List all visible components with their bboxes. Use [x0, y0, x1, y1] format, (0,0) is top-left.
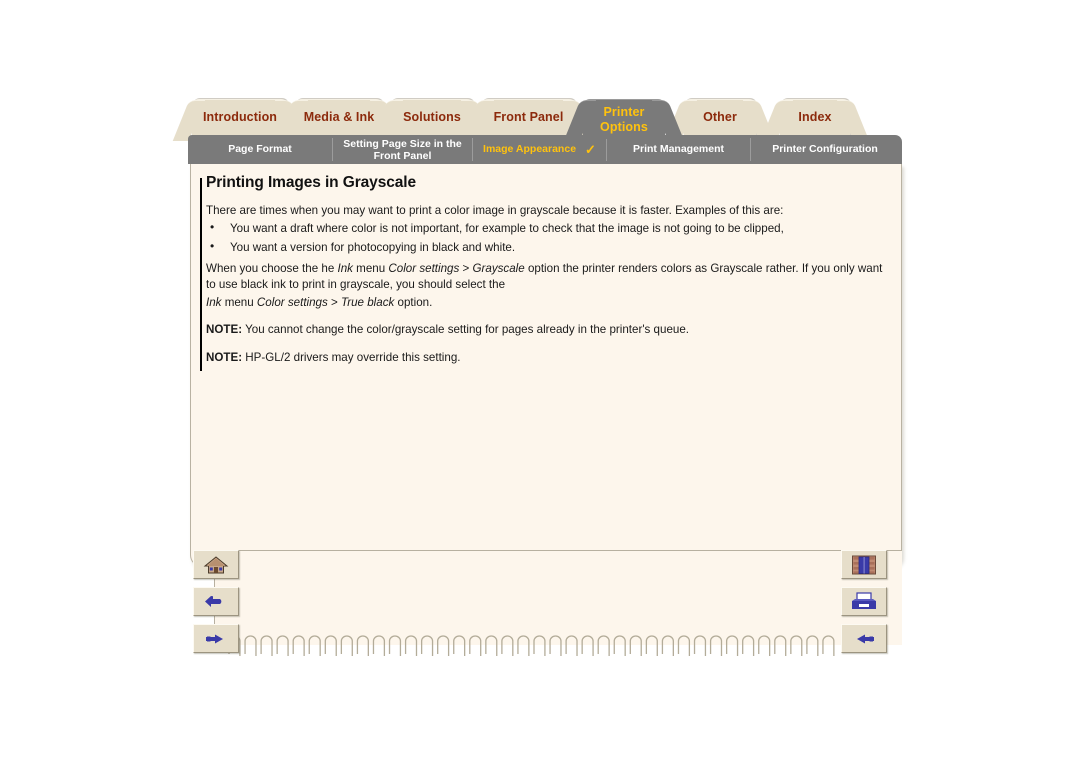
next-page-button[interactable] [193, 624, 239, 653]
menu-name-ink: Ink [206, 296, 222, 310]
check-icon: ✓ [585, 141, 596, 157]
list-item: You want a draft where color is not impo… [206, 220, 889, 236]
tab-label-line2: Options [600, 120, 648, 134]
print-button[interactable] [841, 587, 887, 616]
hand-pointing-left-icon [857, 634, 874, 643]
menu-item-grayscale: Grayscale [472, 262, 525, 276]
tab-index[interactable]: Index [760, 99, 870, 141]
page-content: Printing Images in Grayscale There are t… [200, 174, 889, 371]
previous-page-button[interactable] [841, 624, 887, 653]
bullet-list: You want a draft where color is not impo… [206, 220, 889, 255]
body-text: When you choose the he [206, 262, 338, 276]
subtab-label: Print Management [632, 142, 724, 155]
tab-printer-options[interactable]: Printer Options [563, 99, 685, 141]
right-nav-button-group [841, 550, 887, 661]
home-icon [203, 555, 229, 573]
list-item: You want a version for photocopying in b… [206, 239, 889, 255]
body-paragraph-2: Ink menu Color settings > True black opt… [206, 295, 889, 310]
subtab-label: Page Format [228, 142, 292, 155]
page-title: Printing Images in Grayscale [206, 174, 416, 191]
tab-introduction[interactable]: Introduction [172, 99, 308, 141]
subtab-label-line1: Setting Page Size in the [343, 137, 462, 150]
tab-front-panel[interactable]: Front Panel [461, 99, 596, 141]
menu-item-true-black: True black [341, 296, 395, 310]
body-text: menu [352, 262, 389, 276]
note-label: NOTE: [206, 350, 243, 364]
tab-media-ink[interactable]: Media & Ink [275, 99, 403, 141]
bookshelf-icon [852, 555, 876, 574]
menu-item-color-settings: Color settings [256, 296, 328, 310]
subtab-label: Image Appearance [483, 142, 577, 155]
main-tab-bar: Introduction Media & Ink Solutions Front… [172, 95, 902, 141]
note-text: You cannot change the color/grayscale se… [242, 323, 690, 337]
subtab-printer-configuration[interactable]: Printer Configuration [751, 138, 899, 161]
body-text: > [327, 296, 342, 310]
spiral-binding [228, 635, 835, 656]
tab-label-line1: Printer [603, 105, 645, 119]
tab-label: Other [703, 110, 737, 124]
home-button[interactable] [193, 550, 239, 579]
tab-label: Introduction [202, 110, 278, 124]
tab-other[interactable]: Other [664, 99, 776, 141]
menu-item-color-settings: Color settings [388, 262, 460, 276]
note-text: HP-GL/2 drivers may override this settin… [242, 350, 461, 364]
note-2: NOTE: HP-GL/2 drivers may override this … [206, 350, 889, 365]
back-arrow-icon [205, 595, 222, 607]
intro-paragraph: There are times when you may want to pri… [206, 204, 784, 217]
sub-tab-bar: Page Format Setting Page Size in the Fro… [188, 135, 902, 164]
printer-icon [852, 591, 876, 609]
bookshelf-button[interactable] [841, 550, 887, 579]
hand-pointing-right-icon [206, 634, 223, 643]
left-nav-button-group [193, 550, 239, 661]
subtab-image-appearance[interactable]: Image Appearance ✓ [473, 138, 607, 161]
manual-document: Introduction Media & Ink Solutions Front… [172, 95, 902, 667]
note-1: NOTE: You cannot change the color/graysc… [206, 322, 889, 337]
change-bar [200, 178, 202, 371]
body-text: > [459, 262, 473, 276]
body-text: option. [394, 296, 433, 310]
body-paragraph-1: When you choose the he Ink menu Color se… [206, 261, 889, 292]
tab-label: Media & Ink [303, 110, 375, 124]
menu-name-ink: Ink [337, 262, 353, 276]
back-button[interactable] [193, 587, 239, 616]
tab-label: Front Panel [493, 110, 564, 124]
subtab-setting-page-size[interactable]: Setting Page Size in the Front Panel [333, 137, 473, 162]
tab-label: Index [798, 110, 832, 124]
tab-label: Solutions [403, 110, 461, 124]
tab-solutions[interactable]: Solutions [370, 99, 494, 141]
content-page: Printing Images in Grayscale There are t… [190, 164, 902, 567]
body-text: menu [221, 296, 257, 310]
note-label: NOTE: [206, 323, 243, 337]
lower-page-sheet [214, 550, 902, 645]
subtab-print-management[interactable]: Print Management [607, 138, 751, 161]
subtab-label: Printer Configuration [772, 142, 878, 155]
subtab-page-format[interactable]: Page Format [188, 138, 333, 161]
subtab-label-line2: Front Panel [373, 149, 432, 162]
